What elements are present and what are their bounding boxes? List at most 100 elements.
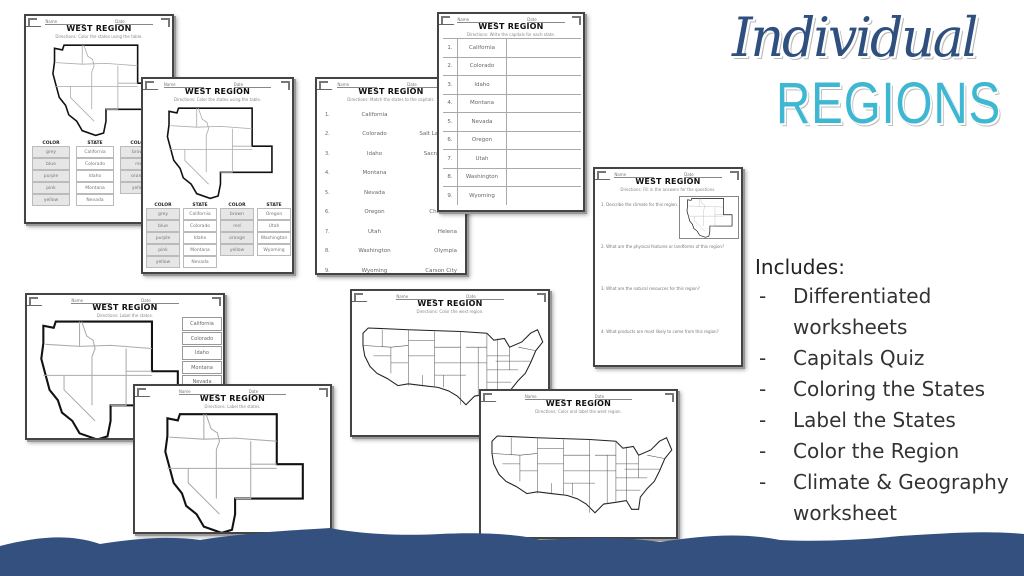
- includes-item: - Differentiated worksheets: [759, 284, 932, 339]
- capital-answer-row[interactable]: 2. Colorado: [443, 56, 581, 75]
- row-number: 9.: [447, 192, 453, 199]
- corner-decoration: [597, 171, 606, 180]
- state-name: Montana: [362, 170, 387, 177]
- includes-item: - Color the Region: [759, 439, 960, 463]
- worksheet-title: WEST REGION: [635, 177, 701, 186]
- capital-name: Carson City: [425, 267, 457, 274]
- state-name: Nevada: [457, 113, 507, 131]
- state-name: California: [457, 39, 507, 57]
- match-row: 7. Utah Helena: [325, 222, 463, 242]
- state-name: Oregon: [457, 131, 507, 149]
- state-name: Colorado: [457, 57, 507, 75]
- capital-answer-row[interactable]: 9. Wyoming: [443, 186, 581, 205]
- state-name: Utah: [367, 228, 382, 235]
- state-name: Montana: [457, 94, 507, 112]
- state-name: Idaho: [457, 76, 507, 94]
- capital-name: Olympia: [434, 248, 457, 255]
- word-bank-item: Colorado: [182, 331, 222, 345]
- row-number: 7.: [447, 155, 453, 162]
- worksheet-directions: Directions: Write the capitals for each …: [466, 32, 556, 37]
- row-number: 3.: [447, 81, 453, 88]
- capital-answer-row[interactable]: 1. California: [443, 38, 581, 57]
- worksheet-title: WEST REGION: [478, 22, 544, 31]
- state-name: Utah: [457, 150, 507, 168]
- question-3: 3. What are the natural resources for th…: [601, 286, 700, 291]
- corner-decoration: [28, 18, 37, 27]
- worksheet-climate-geography[interactable]: Name Date WEST REGION Directions: Fill in…: [593, 167, 743, 367]
- includes-list: - Differentiated worksheets - Capitals Qui…: [755, 281, 1023, 529]
- state-name: Oregon: [364, 209, 385, 216]
- question-1: 1. Describe the climate for this region.: [601, 202, 679, 207]
- state-name: Wyoming: [457, 187, 507, 205]
- word-bank: California Colorado Idaho Montana Nevada: [182, 317, 222, 390]
- row-number: 3.: [325, 150, 330, 157]
- match-row: 9. Wyoming Carson City: [325, 261, 463, 274]
- row-number: 4.: [447, 100, 453, 107]
- write-capitals-table: 1. California 2. Colorado 3. Idaho 4. Montana 5.…: [443, 38, 581, 205]
- bottom-wave-decoration: [0, 528, 1024, 576]
- capital-answer-row[interactable]: 8. Washington: [443, 167, 581, 186]
- row-number: 7.: [325, 228, 330, 235]
- row-number: 8.: [325, 248, 330, 255]
- state-name: California: [361, 111, 388, 118]
- includes-item: - Climate & Geography worksheet: [759, 470, 1009, 525]
- worksheet-directions: Directions: Label the states.: [204, 404, 261, 409]
- row-number: 2.: [447, 63, 453, 70]
- worksheet-directions: Directions: Color and label the west reg…: [535, 409, 622, 414]
- state-name: Wyoming: [361, 267, 388, 274]
- color-table: COLOR STATE COLOR STATE grey blue purple pi…: [146, 203, 291, 268]
- question-2: 2. What are the physical features or lan…: [601, 244, 725, 249]
- includes-item: - Coloring the States: [759, 377, 986, 401]
- capital-answer-row[interactable]: 3. Idaho: [443, 75, 581, 94]
- west-region-map: [164, 413, 304, 532]
- worksheet-title: WEST REGION: [184, 87, 251, 96]
- state-name: Washington: [457, 168, 507, 186]
- title-regions: REGIONS: [776, 71, 1002, 136]
- corner-decoration: [319, 81, 328, 90]
- includes-heading: Includes:: [755, 255, 845, 279]
- includes-item: - Label the States: [759, 408, 956, 432]
- worksheet-color-region-2[interactable]: Name Date WEST REGION Directions: Color a…: [479, 389, 678, 539]
- capital-answer-row[interactable]: 7. Utah: [443, 149, 581, 168]
- corner-decoration: [441, 16, 450, 25]
- region-map-box: [679, 196, 739, 239]
- worksheet-directions: Directions: Color the states using the t…: [173, 97, 262, 102]
- row-number: 1.: [325, 111, 330, 118]
- west-region-map: [686, 198, 733, 238]
- corner-decoration: [483, 393, 492, 402]
- word-bank-item: California: [182, 317, 222, 331]
- state-name: Nevada: [364, 189, 385, 196]
- capital-answer-row[interactable]: 4. Montana: [443, 93, 581, 112]
- question-4: 4. What products are most likely to come…: [601, 329, 719, 334]
- includes-section: Includes: - Differentiated worksheets - Ca…: [755, 255, 1023, 529]
- word-bank-item: Idaho: [182, 346, 222, 360]
- row-number: 5.: [325, 189, 330, 196]
- row-number: 5.: [447, 118, 453, 125]
- title-individual: Individual: [732, 6, 978, 70]
- row-number: 2.: [325, 131, 330, 138]
- worksheet-write-capitals[interactable]: Name Date WEST REGION Directions: Write t…: [437, 12, 585, 212]
- corner-decoration: [354, 293, 363, 302]
- row-number: 1.: [447, 44, 453, 51]
- worksheet-title: WEST REGION: [199, 394, 266, 403]
- west-region-map: [166, 107, 273, 200]
- row-number: 4.: [325, 170, 330, 177]
- row-number: 6.: [325, 209, 330, 216]
- worksheet-directions: Directions: Fill in the answers for the …: [620, 187, 716, 192]
- capital-name: Helena: [437, 228, 457, 235]
- worksheet-directions: Directions: Color the states using the t…: [55, 34, 143, 39]
- worksheet-title: WEST REGION: [417, 299, 483, 308]
- worksheet-label-states-2[interactable]: Name Date WEST REGION Directions: Label t…: [133, 384, 332, 534]
- capital-answer-row[interactable]: 5. Nevada: [443, 112, 581, 131]
- worksheet-title: WEST REGION: [66, 24, 132, 33]
- capital-answer-row[interactable]: 6. Oregon: [443, 130, 581, 149]
- worksheet-title: WEST REGION: [92, 303, 158, 312]
- worksheet-directions: Directions: Color the west region.: [416, 309, 484, 314]
- us-map: [491, 435, 673, 514]
- corner-decoration: [29, 297, 38, 306]
- corner-decoration: [137, 388, 146, 397]
- row-number: 6.: [447, 137, 453, 144]
- includes-item: - Capitals Quiz: [759, 346, 925, 370]
- word-bank-item: Montana: [182, 360, 222, 374]
- worksheet-color-states-2[interactable]: Name Date WEST REGION Directions: Color t…: [141, 77, 294, 274]
